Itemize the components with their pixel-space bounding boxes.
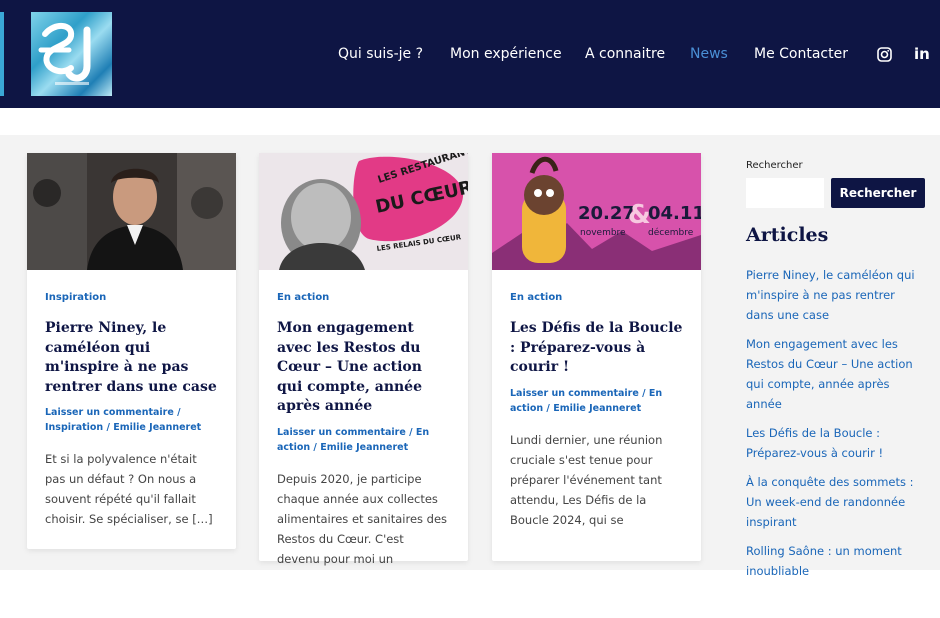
post-excerpt: Lundi dernier, une réunion cruciale s'es… xyxy=(510,432,663,527)
search-button[interactable]: Rechercher xyxy=(831,178,925,208)
post-card: LES RESTAURANTS DU CŒUR LES RELAIS DU CŒ… xyxy=(259,153,468,566)
header-edge-strip xyxy=(0,12,4,96)
list-item: Pierre Niney, le caméléon qui m'inspire … xyxy=(746,264,926,324)
site-header: Qui suis-je ? Mon expérience A connaitre… xyxy=(0,0,940,108)
instagram-icon[interactable] xyxy=(877,47,892,66)
event-dates-1: 20.27 xyxy=(578,203,635,224)
article-link[interactable]: Les Défis de la Boucle : Préparez-vous à… xyxy=(746,426,883,460)
post-thumbnail[interactable]: LES RESTAURANTS DU CŒUR LES RELAIS DU CŒ… xyxy=(259,153,468,270)
post-meta[interactable]: Laisser un commentaire / En action / Emi… xyxy=(277,425,450,455)
site-logo[interactable] xyxy=(31,12,112,96)
post-category-link[interactable]: En action xyxy=(277,292,450,303)
linkedin-icon[interactable]: in xyxy=(914,45,930,63)
event-dates-2: 04.11 xyxy=(648,203,701,224)
search-input[interactable] xyxy=(746,178,824,208)
post-category-link[interactable]: En action xyxy=(510,292,683,303)
list-item: À la conquête des sommets : Un week-end … xyxy=(746,471,926,531)
list-item: Rolling Saône : un moment inoubliable xyxy=(746,540,926,580)
post-title[interactable]: Les Défis de la Boucle : Préparez-vous à… xyxy=(510,319,683,378)
list-item: Mon engagement avec les Restos du Cœur –… xyxy=(746,333,926,413)
articles-list: Pierre Niney, le caméléon qui m'inspire … xyxy=(746,264,926,589)
article-link[interactable]: Mon engagement avec les Restos du Cœur –… xyxy=(746,337,913,411)
post-thumbnail[interactable] xyxy=(27,153,236,270)
article-link[interactable]: À la conquête des sommets : Un week-end … xyxy=(746,475,914,529)
article-link[interactable]: Pierre Niney, le caméléon qui m'inspire … xyxy=(746,268,915,322)
event-month-2: décembre xyxy=(648,227,694,238)
nav-a-connaitre[interactable]: A connaitre xyxy=(585,46,665,62)
search-label: Rechercher xyxy=(746,160,803,171)
post-thumbnail[interactable]: 20.27 & 04.11 novembre décembre xyxy=(492,153,701,270)
article-link[interactable]: Rolling Saône : un moment inoubliable xyxy=(746,544,902,578)
logo-monogram-icon xyxy=(38,23,91,85)
post-excerpt: Et si la polyvalence n'était pas un défa… xyxy=(45,452,213,526)
articles-heading: Articles xyxy=(746,224,829,246)
post-meta[interactable]: Laisser un commentaire / En action / Emi… xyxy=(510,386,683,416)
post-title[interactable]: Pierre Niney, le caméléon qui m'inspire … xyxy=(45,319,218,397)
list-item: Les Défis de la Boucle : Préparez-vous à… xyxy=(746,422,926,462)
post-excerpt: Depuis 2020, je participe chaque année a… xyxy=(277,471,448,566)
nav-qui-suis-je[interactable]: Qui suis-je ? xyxy=(338,46,423,62)
post-card: Inspiration Pierre Niney, le caméléon qu… xyxy=(27,153,236,549)
post-card: 20.27 & 04.11 novembre décembre En actio… xyxy=(492,153,701,561)
post-category-link[interactable]: Inspiration xyxy=(45,292,218,303)
nav-news[interactable]: News xyxy=(690,46,728,62)
event-month-1: novembre xyxy=(580,228,626,238)
post-title[interactable]: Mon engagement avec les Restos du Cœur –… xyxy=(277,319,450,417)
post-meta[interactable]: Laisser un commentaire / Inspiration / E… xyxy=(45,405,218,435)
nav-mon-experience[interactable]: Mon expérience xyxy=(450,46,562,62)
nav-me-contacter[interactable]: Me Contacter xyxy=(754,46,848,62)
